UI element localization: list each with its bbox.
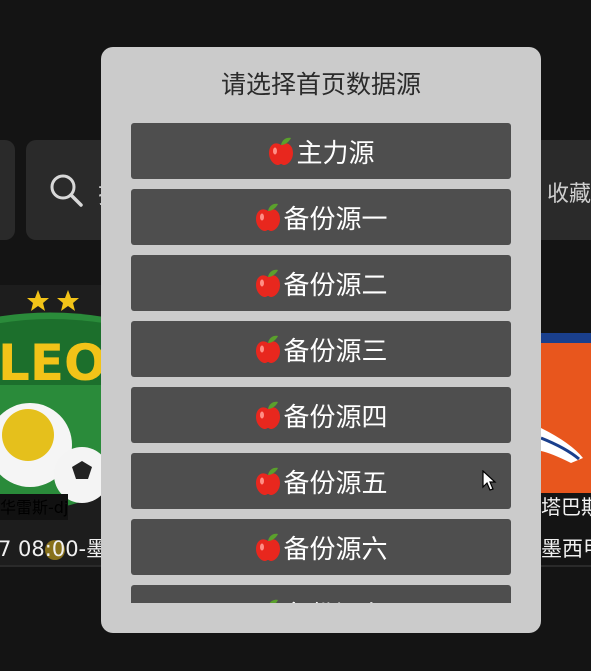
data-source-option[interactable]: 备份源一 [131,189,511,245]
apple-icon [256,203,281,231]
team-logo-right [541,428,583,463]
apple-icon [269,137,294,165]
match-card-right-band [541,333,591,343]
search-icon [50,174,83,207]
data-source-option[interactable]: 备份源二 [131,255,511,311]
team-label-right: 塔巴斯 [541,495,591,519]
data-source-option[interactable]: 备份源四 [131,387,511,443]
data-source-option-label: 备份源七 [283,595,387,604]
match-card-left[interactable]: LEON [0,285,105,565]
data-source-option[interactable]: 备份源五 [131,453,511,509]
apple-icon [256,269,281,297]
svg-text:LEON: LEON [0,334,105,392]
team-label-left: 华雷斯-dj [0,494,69,520]
data-source-option[interactable]: 备份源六 [131,519,511,575]
data-source-option-label: 备份源一 [283,204,388,235]
data-source-list[interactable]: 主力源备份源一备份源二备份源三备份源四备份源五备份源六备份源七 [131,123,511,603]
data-source-dialog: 请选择首页数据源 主力源备份源一备份源二备份源三备份源四备份源五备份源六备份源七 [101,47,541,633]
apple-icon [256,533,281,561]
left-panel-edge [0,140,15,240]
data-source-option-label: 备份源三 [283,336,388,367]
match-card-right[interactable] [541,333,591,493]
apple-icon [270,599,279,603]
dialog-title: 请选择首页数据源 [220,70,421,99]
data-source-option[interactable]: 主力源 [131,123,511,179]
team-logo-leon: LEON [0,290,105,560]
data-source-option-label: 主力源 [296,138,375,169]
apple-icon [256,335,281,363]
apple-icon [256,467,281,495]
data-source-option-label: 备份源五 [283,468,388,499]
apple-icon [256,401,281,429]
favorites-label[interactable]: 收藏 [547,176,591,208]
data-source-option[interactable]: 备份源三 [131,321,511,377]
data-source-option-label: 备份源六 [283,534,388,565]
mouse-cursor-icon [482,470,497,491]
match-caption-left: 7 08:00-墨西 [0,537,102,561]
data-source-option[interactable]: 备份源七 [131,585,511,603]
match-caption-right: 墨西甲 [541,537,591,561]
data-source-option-label: 备份源二 [283,270,388,301]
data-source-option-label: 备份源四 [283,402,388,433]
